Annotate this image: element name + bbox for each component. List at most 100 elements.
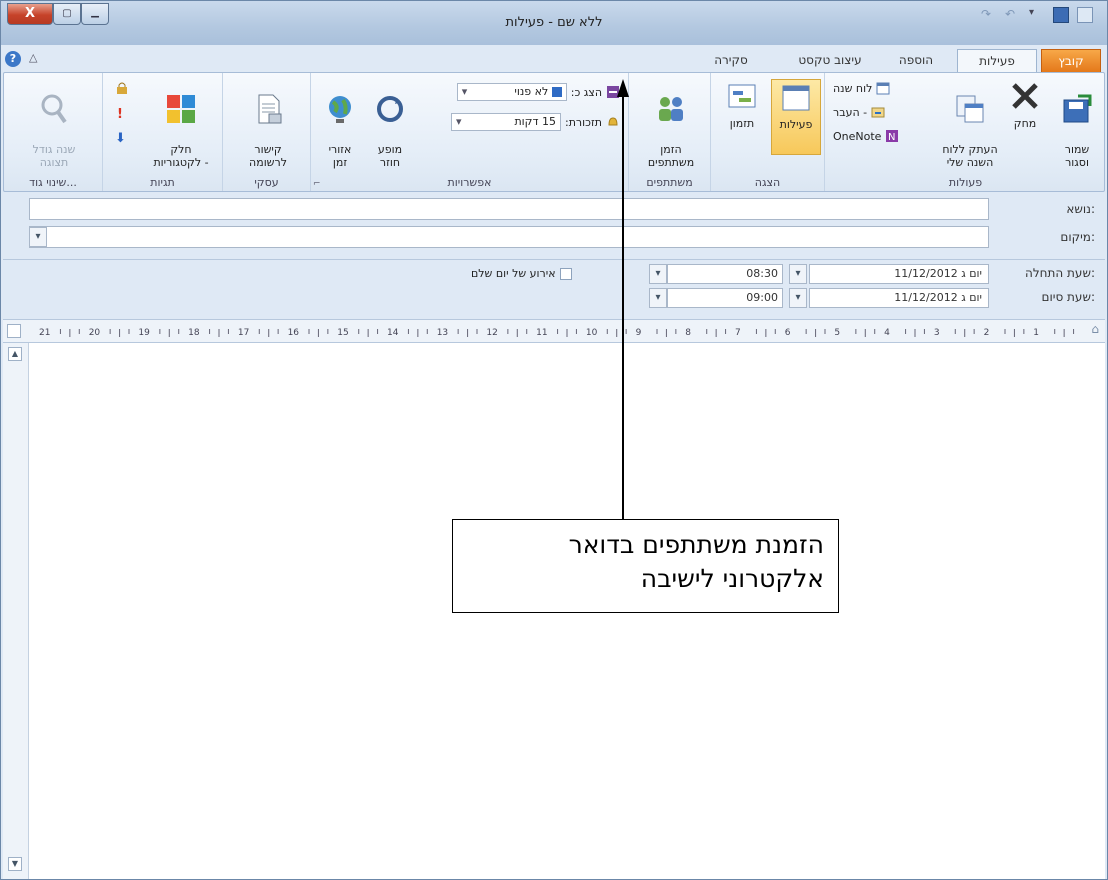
tab-selector-icon[interactable] — [7, 324, 21, 338]
zoom-group-label: שינוי גוד... — [29, 176, 77, 189]
dropdown-icon[interactable]: ▾ — [1029, 7, 1045, 23]
categorize-button[interactable]: חלק לקטגוריות - — [143, 79, 219, 169]
ruler-label: 4 — [884, 328, 890, 338]
ruler-label: 13 — [437, 328, 448, 338]
tab-insert[interactable]: הוספה — [881, 49, 951, 73]
subject-label: נושא: — [1066, 202, 1095, 216]
group-actions: שמור וסגור מחק העתק ללוח השנה שלי לוח שנ… — [824, 73, 1106, 191]
reminder-dropdown[interactable]: 15 דקות ▾ — [451, 113, 561, 131]
ruler[interactable]: 21 20 19 18 17 16 15 14 13 12 11 10 9 8 7 6 5 4 3 2 1 ⌂ — [3, 319, 1105, 343]
reminder-row: תזכורת: 15 דקות ▾ — [451, 113, 620, 131]
scroll-up-icon[interactable]: ▲ — [8, 347, 22, 361]
vertical-scrollbar[interactable]: ▲ ▼ — [3, 343, 29, 879]
delete-label: מחק — [1013, 117, 1037, 130]
tab-format-text[interactable]: עיצוב טקסט — [783, 49, 877, 73]
high-importance-icon[interactable]: ! — [117, 107, 123, 122]
show-as-label: הצג כ: — [570, 85, 602, 99]
save-close-icon — [1063, 94, 1092, 123]
all-day-checkbox-row[interactable]: אירוע של יום שלם — [471, 267, 572, 280]
help-icon[interactable]: ? — [5, 51, 21, 67]
link-to-record-button[interactable]: קישור לרשומה — [237, 79, 299, 169]
calendar-button[interactable]: לוח שנה — [833, 81, 890, 95]
end-time-field[interactable]: 09:00 — [667, 288, 783, 308]
time-zones-button[interactable]: אזורי זמן — [317, 79, 363, 169]
ruler-label: 12 — [486, 328, 497, 338]
group-participants: הזמן משתתפים משתתפים — [628, 73, 710, 191]
options-launcher-icon[interactable]: ⌐ — [313, 179, 321, 189]
ruler-label: 7 — [735, 328, 741, 338]
zoom-label: שנה גודל תצוגה — [32, 143, 76, 169]
group-business: קישור לרשומה עסקי — [222, 73, 310, 191]
start-time-label: שעת התחלה: — [1025, 266, 1095, 280]
location-dropdown-button[interactable]: ▾ — [29, 227, 47, 247]
all-day-label: אירוע של יום שלם — [471, 267, 556, 280]
globe-icon — [329, 96, 351, 123]
copy-to-calendar-button[interactable]: העתק ללוח השנה שלי — [939, 79, 1001, 169]
bell-icon — [608, 117, 618, 126]
end-time-dropdown[interactable]: ▾ — [649, 288, 667, 308]
start-time-dropdown[interactable]: ▾ — [649, 264, 667, 284]
delete-button[interactable]: מחק — [1003, 79, 1047, 130]
location-label: מיקום: — [1060, 230, 1095, 244]
ribbon: שמור וסגור מחק העתק ללוח השנה שלי לוח שנ… — [3, 72, 1105, 192]
move-icon — [871, 107, 885, 118]
end-date-dropdown[interactable]: ▾ — [789, 288, 807, 308]
onenote-label: OneNote — [833, 129, 882, 143]
recurrence-button[interactable]: מופע חוזר — [367, 79, 413, 169]
move-button[interactable]: העבר - — [833, 105, 885, 119]
save-icon[interactable] — [1053, 7, 1069, 23]
zoom-button[interactable]: שנה גודל תצוגה — [18, 79, 90, 169]
time-zones-label: אזורי זמן — [328, 143, 352, 169]
ruler-scale: 21 20 19 18 17 16 15 14 13 12 11 10 9 8 7 6 5 4 3 2 1 — [39, 328, 1075, 338]
group-options: הצג כ: לא פנוי ▾ תזכורת: 15 דקות ▾ מופע … — [310, 73, 628, 191]
ruler-label: 16 — [288, 328, 300, 338]
low-importance-icon[interactable]: ⬇ — [115, 131, 126, 146]
ruler-label: 14 — [387, 328, 399, 338]
tab-activity[interactable]: פעילות — [957, 49, 1037, 73]
svg-text:N: N — [888, 132, 895, 143]
tab-review[interactable]: סקירה — [691, 49, 771, 73]
private-lock-icon[interactable] — [115, 81, 129, 98]
invite-participants-button[interactable]: הזמן משתתפים — [637, 79, 705, 169]
ruler-label: 17 — [238, 328, 249, 338]
group-view: פעילות תזמון הצגה — [710, 73, 824, 191]
ribbon-tabs: ? △ סקירה עיצוב טקסט הוספה פעילות קובץ — [1, 45, 1107, 73]
scheduling-button[interactable]: תזמון — [717, 79, 767, 130]
show-as-dropdown[interactable]: לא פנוי ▾ — [456, 83, 567, 101]
people-icon — [659, 97, 683, 121]
quick-access-toolbar: ↷ ↶ ▾ — [981, 7, 1093, 23]
group-zoom: שנה גודל תצוגה שינוי גוד... — [4, 73, 102, 191]
ruler-label: 19 — [138, 328, 150, 338]
scheduling-icon — [728, 84, 756, 108]
location-field[interactable] — [29, 226, 989, 248]
indent-marker-icon[interactable]: ⌂ — [1091, 322, 1099, 336]
show-as-chevron-icon: ▾ — [461, 85, 468, 98]
window-title: ללא שם - פעילות — [505, 15, 603, 30]
all-day-checkbox[interactable] — [559, 267, 572, 280]
ruler-label: 21 — [39, 328, 50, 338]
scroll-down-icon[interactable]: ▼ — [8, 857, 22, 871]
save-close-button[interactable]: שמור וסגור — [1051, 79, 1103, 169]
start-time-field[interactable]: 08:30 — [667, 264, 783, 284]
appointment-window: X ▢ ▁ ללא שם - פעילות ↷ ↶ ▾ ? △ סקירה עי… — [0, 0, 1108, 880]
onenote-button[interactable]: OneNote N — [833, 129, 899, 143]
ruler-label: 15 — [337, 328, 348, 338]
show-as-value: לא פנוי — [514, 85, 549, 98]
redo-icon[interactable]: ↷ — [981, 7, 997, 23]
ruler-label: 11 — [536, 328, 547, 338]
categories-icon — [167, 95, 195, 123]
save-close-label: שמור וסגור — [1064, 143, 1090, 169]
window-menu-icon[interactable] — [1077, 7, 1093, 23]
end-date-field[interactable]: יום ג 11/12/2012 — [809, 288, 989, 308]
collapse-ribbon-icon[interactable]: △ — [29, 51, 37, 64]
reminder-label: תזכורת: — [565, 115, 602, 129]
activity-view-button[interactable]: פעילות — [771, 79, 821, 155]
start-date-field[interactable]: יום ג 11/12/2012 — [809, 264, 989, 284]
tab-file[interactable]: קובץ — [1041, 49, 1101, 73]
ruler-label: 8 — [685, 328, 691, 338]
move-label: העבר - — [833, 105, 868, 119]
subject-field[interactable] — [29, 198, 989, 220]
start-date-dropdown[interactable]: ▾ — [789, 264, 807, 284]
undo-icon[interactable]: ↶ — [1005, 7, 1021, 23]
activity-calendar-icon — [782, 85, 810, 111]
